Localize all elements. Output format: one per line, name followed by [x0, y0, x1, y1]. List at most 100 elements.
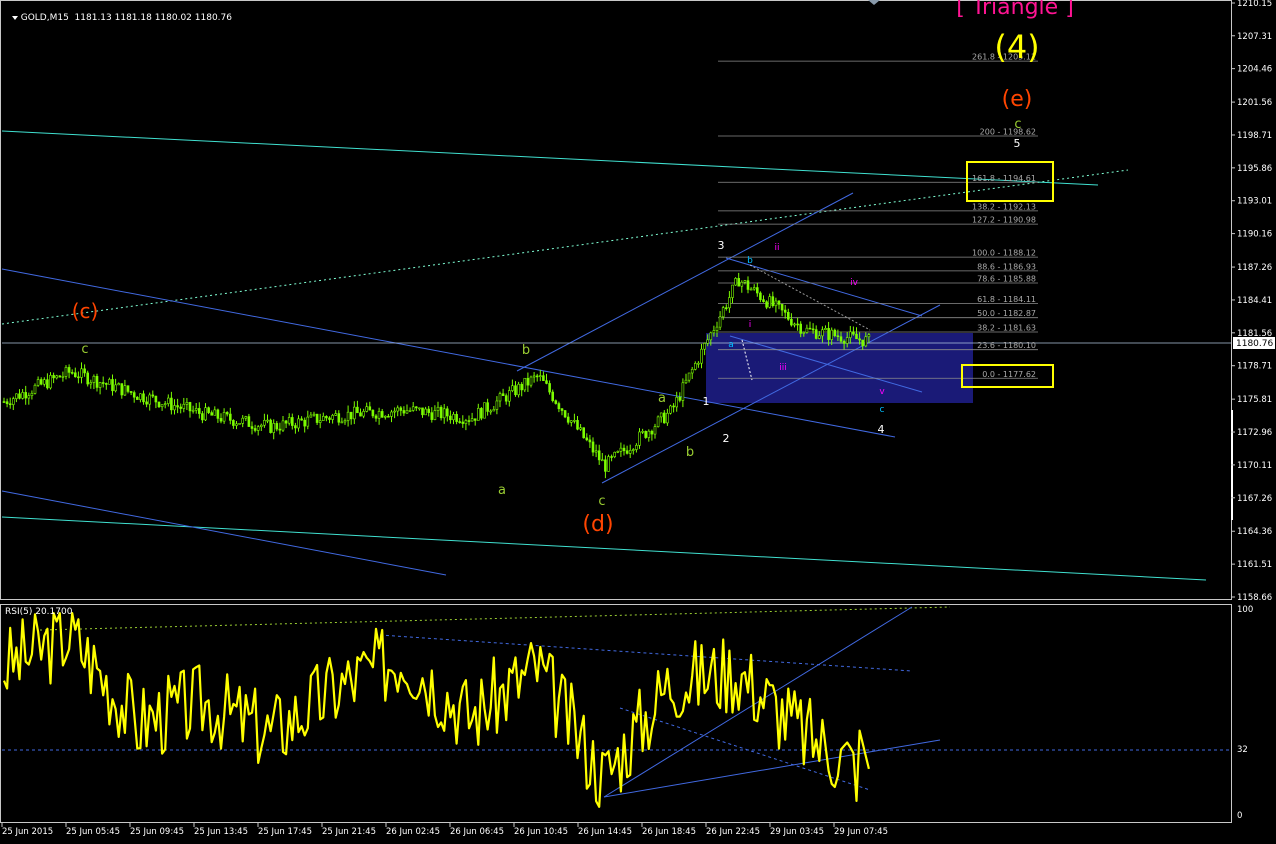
candle-body: [321, 416, 325, 421]
candle-body: [235, 423, 238, 426]
candle-body: [790, 318, 793, 326]
price-tick-label: 1210.15: [1237, 0, 1272, 9]
wave-label: 4: [878, 423, 885, 436]
fib-label: 78.6 - 1185.88: [977, 274, 1036, 283]
candle-body: [470, 418, 474, 422]
price-tick-label: 1184.41: [1237, 296, 1272, 306]
candle-body: [256, 426, 260, 431]
candle-body: [573, 420, 576, 422]
time-tick-label: 25 Jun 21:45: [322, 827, 376, 837]
time-tick-label: 26 Jun 02:45: [386, 827, 440, 837]
candle-body: [489, 410, 493, 413]
candle-body: [814, 329, 818, 339]
candle-body: [690, 369, 694, 374]
candle-body: [762, 299, 765, 302]
candle-body: [284, 420, 288, 424]
candle-body: [678, 396, 682, 401]
candle-body: [867, 334, 871, 338]
candle-body: [805, 327, 809, 333]
wave-label: 2: [723, 432, 730, 445]
candle-body: [430, 412, 434, 420]
candle-body: [210, 412, 213, 416]
candle-body: [579, 427, 582, 430]
fib-label: 38.2 - 1181.63: [977, 324, 1036, 333]
trading-chart[interactable]: 261.8 - 1205.11200 - 1198.62161.8 - 1194…: [0, 0, 1276, 844]
candle-body: [737, 278, 741, 287]
candle-body: [46, 379, 49, 389]
candle-body: [712, 330, 716, 334]
candle-body: [343, 420, 347, 423]
candle-body: [616, 451, 620, 453]
candle-body: [492, 409, 496, 412]
candle-body: [811, 328, 815, 331]
candle-body: [27, 395, 31, 399]
candle-body: [114, 384, 117, 392]
candle-body: [105, 383, 108, 385]
candle-body: [182, 403, 186, 409]
candle-body: [774, 300, 778, 307]
wave-label: b: [522, 343, 530, 358]
candle-body: [697, 362, 700, 365]
candle-body: [352, 406, 356, 420]
candle-body: [238, 423, 241, 425]
time-tick-label: 26 Jun 18:45: [642, 827, 696, 837]
candle-body: [216, 409, 220, 419]
candle-body: [163, 403, 167, 405]
rsi-tick-label: 100: [1237, 605, 1253, 615]
candle-body: [486, 402, 489, 412]
candle-body: [117, 383, 120, 386]
candle-body: [542, 375, 545, 381]
candle-body: [86, 372, 89, 385]
price-tick-label: 1195.86: [1237, 164, 1272, 174]
candle-body: [560, 408, 564, 411]
price-tick-label: 1170.11: [1237, 461, 1272, 471]
candle-body: [80, 368, 83, 378]
candle-body: [566, 416, 570, 423]
candle-body: [61, 376, 65, 378]
candle-body: [619, 447, 623, 452]
candle-body: [594, 450, 598, 453]
candle-body: [656, 416, 660, 427]
rsi-tick-label: 32: [1237, 745, 1248, 755]
candle-body: [452, 414, 455, 421]
price-tick-label: 1198.71: [1237, 131, 1272, 141]
candle-body: [387, 415, 390, 418]
candle-body: [777, 300, 781, 305]
candle-body: [808, 327, 812, 330]
chart-shift-marker[interactable]: [868, 0, 880, 5]
candle-body: [538, 375, 542, 377]
candle-body: [436, 406, 440, 411]
candle-body: [684, 379, 688, 384]
time-tick-label: 25 Jun 13:45: [194, 827, 248, 837]
candle-body: [281, 420, 285, 431]
wave-label: a: [498, 483, 506, 498]
candle-body: [755, 287, 759, 294]
candle-body: [244, 416, 248, 419]
candle-body: [625, 450, 629, 454]
candle-body: [170, 397, 173, 411]
candle-body: [325, 416, 328, 419]
candle-body: [461, 421, 465, 424]
current-price-text: 1180.76: [1236, 339, 1273, 349]
candle-body: [160, 404, 164, 408]
candle-body: [721, 307, 725, 318]
time-tick-label: 25 Jun 09:45: [130, 827, 184, 837]
candle-body: [129, 391, 133, 393]
candle-body: [418, 407, 421, 410]
candle-body: [108, 379, 111, 385]
candle-body: [563, 410, 567, 418]
wave-label: b: [747, 256, 753, 266]
candle-body: [613, 451, 617, 457]
candle-body: [647, 430, 651, 438]
fib-label: 0.0 - 1177.62: [982, 370, 1036, 379]
candle-body: [529, 376, 533, 386]
candle-body: [681, 382, 685, 401]
candle-body: [476, 408, 480, 421]
candle-body: [266, 419, 269, 422]
candle-body: [749, 288, 753, 291]
header-arrow-icon[interactable]: [11, 15, 18, 20]
candle-body: [222, 412, 226, 422]
candle-body: [839, 336, 843, 342]
candle-body: [628, 449, 632, 454]
fib-levels: 261.8 - 1205.11200 - 1198.62161.8 - 1194…: [718, 53, 1038, 379]
